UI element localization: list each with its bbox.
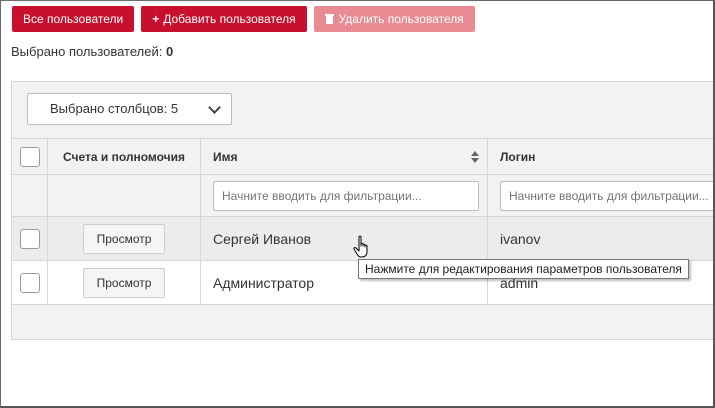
filter-empty-cell bbox=[12, 175, 48, 216]
header-login[interactable]: Логин bbox=[488, 139, 713, 174]
user-login: ivanov bbox=[500, 230, 541, 247]
delete-user-label: Удалить пользователя bbox=[338, 12, 464, 26]
filter-empty-cell bbox=[48, 175, 201, 216]
all-users-button[interactable]: Все пользователи bbox=[12, 6, 135, 32]
view-button[interactable]: Просмотр bbox=[83, 267, 165, 298]
table-header-row: Счета и полномочия Имя Логин bbox=[12, 138, 713, 174]
row-login-cell[interactable]: ivanov bbox=[488, 217, 713, 260]
chevron-down-icon bbox=[208, 101, 221, 114]
sort-icon[interactable] bbox=[471, 151, 479, 163]
header-name[interactable]: Имя bbox=[201, 139, 488, 174]
filter-row bbox=[12, 174, 713, 216]
add-user-label: Добавить пользователя bbox=[163, 12, 296, 26]
tooltip: Нажмите для редактирования параметров по… bbox=[358, 259, 689, 279]
add-user-button[interactable]: + Добавить пользователя bbox=[141, 6, 307, 32]
row-name-cell[interactable]: Сергей Иванов bbox=[201, 217, 488, 260]
header-name-label: Имя bbox=[213, 149, 238, 164]
row-select-cell bbox=[12, 217, 48, 260]
hand-pointer-icon bbox=[353, 235, 368, 258]
row-accounts-cell: Просмотр bbox=[48, 261, 201, 304]
header-accounts[interactable]: Счета и полномочия bbox=[48, 139, 201, 174]
selected-users-label: Выбрано пользователей: bbox=[11, 44, 163, 59]
filter-login-cell bbox=[488, 175, 713, 216]
plus-icon: + bbox=[152, 12, 160, 26]
header-accounts-label: Счета и полномочия bbox=[62, 149, 185, 164]
select-all-checkbox[interactable] bbox=[19, 146, 40, 167]
header-login-label: Логин bbox=[500, 149, 536, 164]
window-frame: Все пользователи + Добавить пользователя … bbox=[0, 0, 715, 408]
selected-users-count: Выбрано пользователей: 0 bbox=[11, 44, 173, 59]
row-accounts-cell: Просмотр bbox=[48, 217, 201, 260]
name-filter-input[interactable] bbox=[213, 180, 479, 211]
filter-name-cell bbox=[201, 175, 488, 216]
delete-user-button[interactable]: Удалить пользователя bbox=[313, 6, 475, 32]
user-name: Администратор bbox=[213, 274, 315, 291]
trash-icon bbox=[324, 14, 334, 24]
row-select-cell bbox=[12, 261, 48, 304]
table-footer bbox=[12, 304, 713, 338]
selected-users-value: 0 bbox=[165, 44, 174, 59]
header-select-cell bbox=[12, 139, 48, 174]
toolbar: Все пользователи + Добавить пользователя … bbox=[12, 6, 475, 32]
columns-select-label: Выбрано столбцов: 5 bbox=[50, 101, 179, 116]
user-name: Сергей Иванов bbox=[213, 230, 312, 247]
login-filter-input[interactable] bbox=[500, 180, 713, 211]
row-checkbox[interactable] bbox=[19, 272, 40, 293]
row-checkbox[interactable] bbox=[19, 228, 40, 249]
columns-select[interactable]: Выбрано столбцов: 5 bbox=[27, 93, 232, 125]
view-button[interactable]: Просмотр bbox=[83, 223, 165, 254]
users-grid: Выбрано столбцов: 5 Счета и полномочия И… bbox=[11, 81, 713, 340]
all-users-label: Все пользователи bbox=[23, 12, 124, 26]
